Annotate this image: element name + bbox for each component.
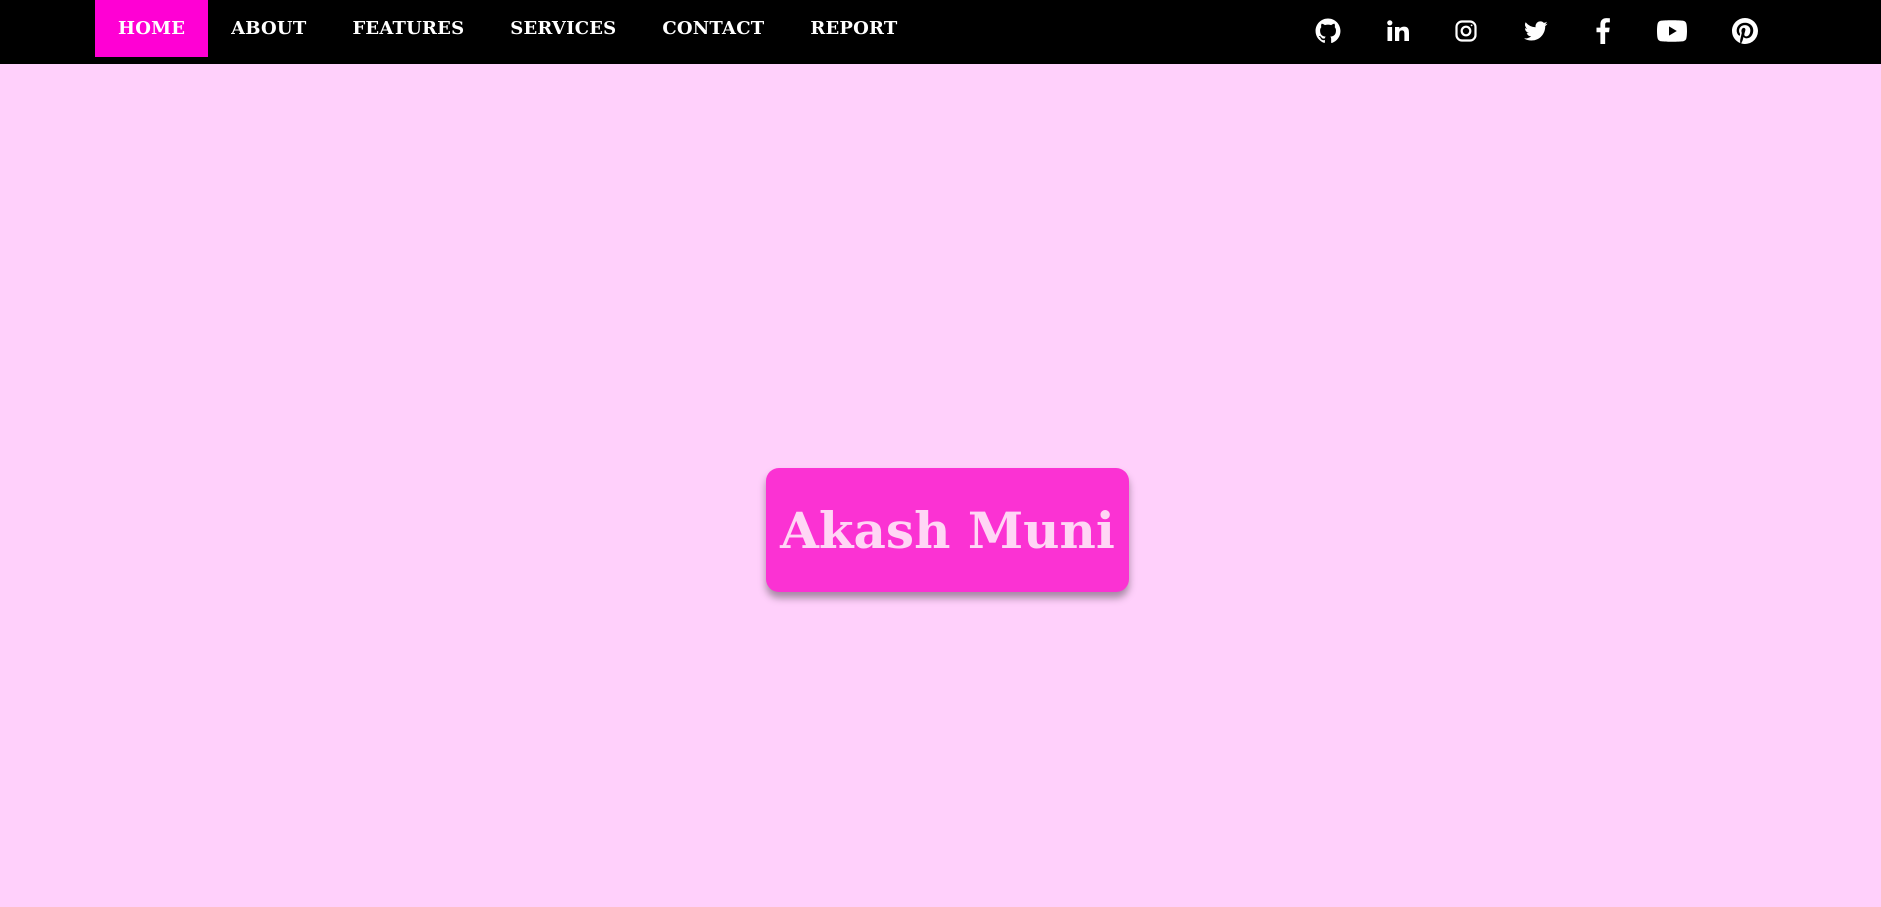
nav-item-report[interactable]: REPORT	[787, 0, 920, 57]
top-navbar: HOME ABOUT FEATURES SERVICES CONTACT REP…	[0, 0, 1881, 64]
nav-item-features[interactable]: FEATURES	[329, 0, 487, 57]
linkedin-icon[interactable]	[1384, 17, 1412, 45]
youtube-icon[interactable]	[1657, 17, 1687, 45]
twitter-icon[interactable]	[1522, 17, 1550, 45]
facebook-icon[interactable]	[1589, 17, 1617, 45]
github-icon[interactable]	[1314, 17, 1342, 45]
nav-item-contact[interactable]: CONTACT	[639, 0, 787, 57]
nav-item-about[interactable]: ABOUT	[208, 0, 329, 57]
nav-item-home[interactable]: HOME	[95, 0, 209, 57]
pinterest-icon[interactable]	[1731, 17, 1759, 45]
instagram-icon[interactable]	[1452, 17, 1480, 45]
nav-links: HOME ABOUT FEATURES SERVICES CONTACT REP…	[95, 0, 920, 57]
hero-name-badge: Akash Muni	[766, 468, 1129, 592]
nav-item-services[interactable]: SERVICES	[487, 0, 639, 57]
